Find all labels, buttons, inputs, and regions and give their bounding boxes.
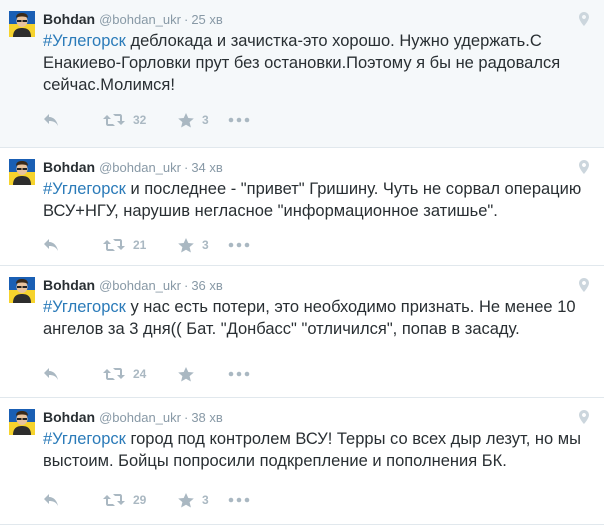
retweet-icon [103, 367, 125, 381]
more-icon [228, 497, 250, 503]
retweet-icon [103, 493, 125, 507]
author-name[interactable]: Bohdan [43, 277, 95, 293]
reply-button[interactable] [43, 238, 103, 252]
location-pin-icon[interactable] [579, 160, 589, 179]
avatar[interactable] [9, 409, 35, 435]
retweet-count: 21 [133, 238, 147, 252]
favorite-button[interactable]: 3 [178, 237, 228, 253]
more-icon [228, 117, 250, 123]
avatar[interactable] [9, 159, 35, 185]
location-pin-icon[interactable] [579, 410, 589, 429]
more-button[interactable] [228, 371, 258, 377]
favorite-button[interactable]: 3 [178, 492, 228, 508]
timestamp[interactable]: 25 хв [191, 12, 222, 27]
hashtag-link[interactable]: #Углегорск [43, 32, 126, 50]
more-icon [228, 242, 250, 248]
separator: · [183, 278, 189, 293]
hashtag-link[interactable]: #Углегорск [43, 298, 126, 316]
more-icon [228, 371, 250, 377]
tweet[interactable]: Bohdan @bohdan_ukr · 36 хв #Углегорск у нас… [0, 266, 604, 398]
separator: · [183, 410, 189, 425]
star-icon [178, 237, 194, 253]
tweet[interactable]: Bohdan @bohdan_ukr · 38 хв #Углегорск город… [0, 398, 604, 525]
tweet[interactable]: Bohdan @bohdan_ukr · 34 хв #Углегорск и пос… [0, 148, 604, 266]
tweet-text: #Углегорск и последнее - "привет" Гришин… [43, 178, 593, 222]
hashtag-link[interactable]: #Углегорск [43, 430, 126, 448]
reply-button[interactable] [43, 493, 103, 507]
star-icon [178, 112, 194, 128]
retweet-icon [103, 113, 125, 127]
retweet-icon [103, 238, 125, 252]
tweet-header: Bohdan @bohdan_ukr · 34 хв [43, 158, 223, 176]
favorite-button[interactable]: 3 [178, 112, 228, 128]
star-icon [178, 492, 194, 508]
tweet-actions: 24 [43, 366, 258, 382]
timestamp[interactable]: 36 хв [191, 278, 222, 293]
tweet-actions: 29 3 [43, 492, 258, 508]
tweet-timeline: Bohdan @bohdan_ukr · 25 хв #Углегорск дебло… [0, 0, 604, 525]
author-handle[interactable]: @bohdan_ukr [99, 160, 181, 175]
retweet-button[interactable]: 21 [103, 238, 178, 252]
reply-button[interactable] [43, 367, 103, 381]
reply-button[interactable] [43, 113, 103, 127]
author-handle[interactable]: @bohdan_ukr [99, 12, 181, 27]
separator: · [183, 12, 189, 27]
reply-icon [43, 493, 59, 507]
tweet-text: #Углегорск город под контролем ВСУ! Терр… [43, 428, 593, 472]
author-name[interactable]: Bohdan [43, 159, 95, 175]
tweet-header: Bohdan @bohdan_ukr · 36 хв [43, 276, 223, 294]
tweet-header: Bohdan @bohdan_ukr · 25 хв [43, 10, 223, 28]
tweet-header: Bohdan @bohdan_ukr · 38 хв [43, 408, 223, 426]
reply-icon [43, 238, 59, 252]
author-name[interactable]: Bohdan [43, 11, 95, 27]
tweet-actions: 32 3 [43, 112, 258, 128]
retweet-count: 32 [133, 113, 147, 127]
timestamp[interactable]: 34 хв [191, 160, 222, 175]
star-icon [178, 366, 194, 382]
retweet-count: 24 [133, 367, 147, 381]
separator: · [183, 160, 189, 175]
retweet-button[interactable]: 32 [103, 113, 178, 127]
hashtag-link[interactable]: #Углегорск [43, 180, 126, 198]
retweet-count: 29 [133, 493, 147, 507]
avatar[interactable] [9, 277, 35, 303]
tweet-text: #Углегорск у нас есть потери, это необхо… [43, 296, 593, 340]
location-pin-icon[interactable] [579, 278, 589, 297]
more-button[interactable] [228, 242, 258, 248]
location-pin-icon[interactable] [579, 12, 589, 31]
retweet-button[interactable]: 24 [103, 367, 178, 381]
favorite-count: 3 [202, 113, 209, 127]
favorite-count: 3 [202, 493, 209, 507]
more-button[interactable] [228, 497, 258, 503]
avatar[interactable] [9, 11, 35, 37]
tweet-actions: 21 3 [43, 237, 258, 253]
favorite-button[interactable] [178, 366, 228, 382]
author-name[interactable]: Bohdan [43, 409, 95, 425]
timestamp[interactable]: 38 хв [191, 410, 222, 425]
reply-icon [43, 113, 59, 127]
reply-icon [43, 367, 59, 381]
favorite-count: 3 [202, 238, 209, 252]
tweet-text: #Углегорск деблокада и зачистка-это хоро… [43, 30, 593, 96]
author-handle[interactable]: @bohdan_ukr [99, 278, 181, 293]
more-button[interactable] [228, 117, 258, 123]
author-handle[interactable]: @bohdan_ukr [99, 410, 181, 425]
tweet[interactable]: Bohdan @bohdan_ukr · 25 хв #Углегорск дебло… [0, 0, 604, 148]
retweet-button[interactable]: 29 [103, 493, 178, 507]
